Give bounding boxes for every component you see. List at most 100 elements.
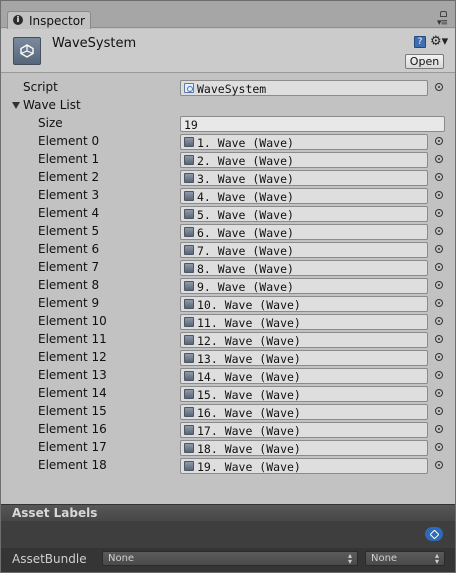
object-picker-icon[interactable] xyxy=(435,155,443,163)
element-label: Element 0 xyxy=(38,134,100,148)
tag-icon[interactable] xyxy=(425,527,443,541)
element-value: 11. Wave (Wave) xyxy=(197,316,301,330)
object-picker-icon[interactable] xyxy=(435,443,443,451)
inspector-window: i Inspector ▾≡ WaveSystem ? ⚙▾ Open Scri… xyxy=(0,0,456,573)
object-picker-icon[interactable] xyxy=(435,425,443,433)
assetbundle-variant-dropdown[interactable]: None ▴ ▾ xyxy=(365,551,445,566)
lock-icon[interactable] xyxy=(439,11,447,17)
element-label: Element 5 xyxy=(38,224,100,238)
element-row: Element 18 19. Wave (Wave) xyxy=(1,457,455,475)
element-value: 7. Wave (Wave) xyxy=(197,244,294,258)
element-row: Element 14 15. Wave (Wave) xyxy=(1,385,455,403)
inspector-header: WaveSystem ? ⚙▾ Open xyxy=(1,29,455,73)
scriptable-object-icon xyxy=(184,173,194,183)
object-picker-icon[interactable] xyxy=(435,335,443,343)
size-input[interactable]: 19 xyxy=(180,116,445,132)
object-picker-icon[interactable] xyxy=(435,191,443,199)
element-field[interactable]: 9. Wave (Wave) xyxy=(180,278,428,294)
script-row: Script WaveSystem xyxy=(1,79,455,97)
asset-labels-area xyxy=(1,521,455,548)
object-picker-icon[interactable] xyxy=(435,281,443,289)
scriptable-object-icon xyxy=(184,407,194,417)
element-field[interactable]: 14. Wave (Wave) xyxy=(180,368,428,384)
element-field[interactable]: 19. Wave (Wave) xyxy=(180,458,428,474)
element-field[interactable]: 3. Wave (Wave) xyxy=(180,170,428,186)
object-picker-icon[interactable] xyxy=(435,227,443,235)
scriptable-object-icon xyxy=(184,425,194,435)
element-field[interactable]: 8. Wave (Wave) xyxy=(180,260,428,276)
element-row: Element 1 2. Wave (Wave) xyxy=(1,151,455,169)
object-picker-icon[interactable] xyxy=(435,209,443,217)
scriptable-object-icon xyxy=(184,317,194,327)
scriptable-object-icon xyxy=(184,245,194,255)
element-value: 2. Wave (Wave) xyxy=(197,154,294,168)
scriptable-object-icon xyxy=(184,443,194,453)
open-button[interactable]: Open xyxy=(405,54,444,69)
object-picker-icon[interactable] xyxy=(435,353,443,361)
element-value: 10. Wave (Wave) xyxy=(197,298,301,312)
tab-inspector[interactable]: i Inspector xyxy=(7,11,91,29)
object-picker-icon[interactable] xyxy=(435,371,443,379)
element-field[interactable]: 6. Wave (Wave) xyxy=(180,224,428,240)
element-label: Element 1 xyxy=(38,152,100,166)
object-title: WaveSystem xyxy=(52,36,137,51)
element-row: Element 12 13. Wave (Wave) xyxy=(1,349,455,367)
asset-labels-header[interactable]: Asset Labels xyxy=(1,504,455,521)
object-picker-icon[interactable] xyxy=(435,317,443,325)
assetbundle-name-dropdown[interactable]: None ▴ ▾ xyxy=(102,551,358,566)
tab-menu-icon[interactable]: ▾≡ xyxy=(437,11,448,28)
element-label: Element 8 xyxy=(38,278,100,292)
size-label: Size xyxy=(38,116,63,130)
element-field[interactable]: 17. Wave (Wave) xyxy=(180,422,428,438)
element-field[interactable]: 4. Wave (Wave) xyxy=(180,188,428,204)
element-field[interactable]: 10. Wave (Wave) xyxy=(180,296,428,312)
assetbundle-name-value: None xyxy=(108,553,135,564)
element-value: 18. Wave (Wave) xyxy=(197,442,301,456)
element-label: Element 4 xyxy=(38,206,100,220)
element-value: 13. Wave (Wave) xyxy=(197,352,301,366)
assetbundle-variant-value: None xyxy=(371,553,398,564)
element-field[interactable]: 7. Wave (Wave) xyxy=(180,242,428,258)
element-field[interactable]: 5. Wave (Wave) xyxy=(180,206,428,222)
gear-icon[interactable]: ⚙▾ xyxy=(430,34,448,49)
element-field[interactable]: 1. Wave (Wave) xyxy=(180,134,428,150)
foldout-arrow-icon[interactable] xyxy=(12,102,20,109)
size-row: Size 19 xyxy=(1,115,455,133)
element-field[interactable]: 16. Wave (Wave) xyxy=(180,404,428,420)
element-field[interactable]: 18. Wave (Wave) xyxy=(180,440,428,456)
element-value: 6. Wave (Wave) xyxy=(197,226,294,240)
object-picker-icon[interactable] xyxy=(435,173,443,181)
menu-icon[interactable]: ▾≡ xyxy=(437,18,448,28)
size-value: 19 xyxy=(184,118,198,132)
element-label: Element 6 xyxy=(38,242,100,256)
tab-label: Inspector xyxy=(29,14,85,28)
element-field[interactable]: 15. Wave (Wave) xyxy=(180,386,428,402)
wave-list-foldout[interactable]: Wave List xyxy=(1,97,455,115)
script-field[interactable]: WaveSystem xyxy=(180,80,428,96)
element-row: Element 3 4. Wave (Wave) xyxy=(1,187,455,205)
element-row: Element 6 7. Wave (Wave) xyxy=(1,241,455,259)
element-label: Element 3 xyxy=(38,188,100,202)
scriptable-object-icon xyxy=(184,389,194,399)
element-field[interactable]: 12. Wave (Wave) xyxy=(180,332,428,348)
element-row: Element 4 5. Wave (Wave) xyxy=(1,205,455,223)
element-field[interactable]: 13. Wave (Wave) xyxy=(180,350,428,366)
scriptable-object-icon xyxy=(184,353,194,363)
element-field[interactable]: 11. Wave (Wave) xyxy=(180,314,428,330)
object-picker-icon[interactable] xyxy=(435,407,443,415)
element-value: 19. Wave (Wave) xyxy=(197,460,301,474)
object-picker-icon[interactable] xyxy=(435,137,443,145)
help-icon[interactable]: ? xyxy=(414,36,426,48)
element-label: Element 14 xyxy=(38,386,107,400)
element-label: Element 16 xyxy=(38,422,107,436)
object-picker-icon[interactable] xyxy=(435,263,443,271)
element-value: 5. Wave (Wave) xyxy=(197,208,294,222)
element-field[interactable]: 2. Wave (Wave) xyxy=(180,152,428,168)
object-picker-icon[interactable] xyxy=(435,461,443,469)
object-picker-icon[interactable] xyxy=(435,245,443,253)
object-picker-icon[interactable] xyxy=(435,299,443,307)
element-row: Element 13 14. Wave (Wave) xyxy=(1,367,455,385)
element-label: Element 9 xyxy=(38,296,100,310)
object-picker-icon[interactable] xyxy=(435,389,443,397)
object-picker-icon[interactable] xyxy=(435,83,443,91)
